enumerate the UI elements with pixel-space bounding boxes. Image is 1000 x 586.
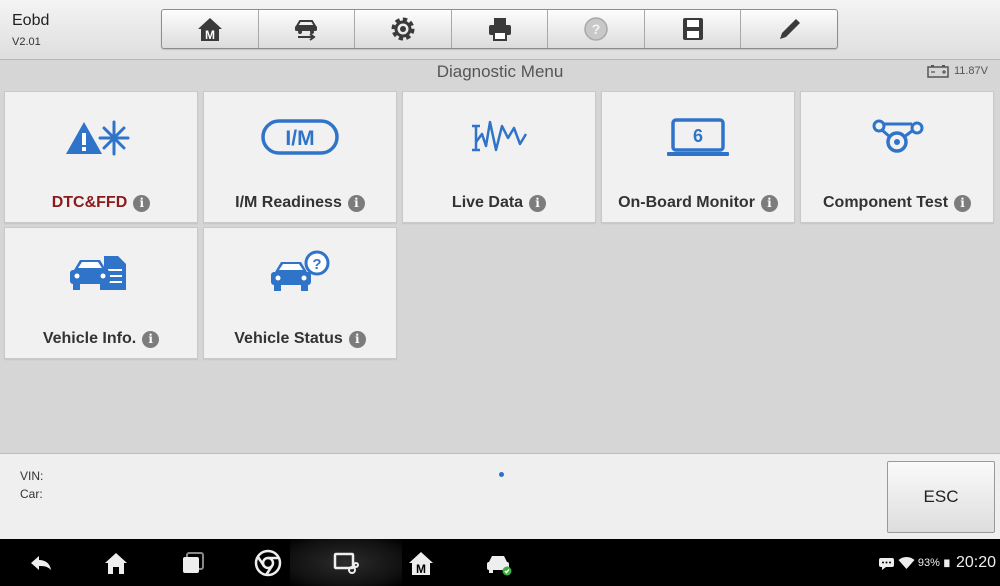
help-button[interactable]: ? — [548, 10, 645, 48]
tile-im-readiness[interactable]: I/M I/M Readiness i — [203, 91, 397, 223]
pencil-icon — [780, 19, 801, 39]
im-readiness-icon: I/M — [261, 119, 339, 155]
page-indicator — [499, 472, 504, 477]
toolbar: M ? — [161, 9, 838, 49]
chat-icon — [878, 557, 894, 570]
battery-voltage: 11.87V — [927, 64, 988, 78]
tile-live-data[interactable]: Live Data i — [402, 91, 596, 223]
chrome-icon — [254, 549, 282, 576]
app-name: Eobd — [12, 12, 50, 29]
tile-label: On-Board Monitor — [618, 194, 755, 211]
print-button[interactable] — [452, 10, 549, 48]
live-data-icon — [472, 120, 528, 152]
back-button[interactable] — [10, 539, 70, 586]
back-icon — [31, 555, 51, 570]
tile-label: Vehicle Info. — [42, 330, 137, 347]
recent-apps-icon — [183, 551, 204, 573]
tile-component-test[interactable]: Component Test i — [800, 91, 994, 223]
vehicle-swap-icon — [295, 20, 318, 41]
home-m-icon: M — [197, 18, 222, 42]
onboard-monitor-icon: 6 — [667, 118, 729, 156]
info-icon[interactable]: i — [133, 194, 151, 212]
vin-label: VIN: — [20, 469, 44, 483]
info-icon[interactable]: i — [348, 330, 366, 348]
info-icon[interactable]: i — [954, 194, 972, 212]
status-bar: 93% 20:20 — [878, 539, 996, 586]
screen-capture-button[interactable] — [316, 539, 376, 586]
car-battery-icon — [927, 65, 949, 78]
app-version: V2.01 — [12, 36, 41, 48]
maxisys-home-button[interactable]: M — [391, 539, 451, 586]
component-test-icon — [872, 119, 924, 153]
wifi-icon — [898, 556, 915, 569]
svg-text:M: M — [205, 28, 215, 42]
warning-snowflake-icon — [66, 120, 130, 156]
tile-vehicle-status[interactable]: ? Vehicle Status i — [203, 227, 397, 359]
svg-text:6: 6 — [693, 126, 703, 146]
svg-text:?: ? — [312, 256, 321, 273]
save-icon — [682, 18, 703, 40]
settings-button[interactable] — [355, 10, 452, 48]
battery-icon — [944, 558, 950, 567]
home-nav-button[interactable] — [86, 539, 146, 586]
info-icon[interactable]: i — [142, 330, 160, 348]
home-icon — [105, 552, 127, 574]
top-bar: Eobd V2.01 M ? — [0, 0, 1000, 60]
battery-percent: 93% — [917, 556, 940, 569]
vehicle-swap-button[interactable] — [259, 10, 356, 48]
screen-capture-icon — [333, 552, 359, 574]
info-icon[interactable]: i — [347, 194, 365, 212]
battery-voltage-value: 11.87V — [953, 65, 988, 77]
tile-label: I/M Readiness — [235, 194, 342, 211]
tile-vehicle-info[interactable]: Vehicle Info. i — [4, 227, 198, 359]
svg-text:I/M: I/M — [285, 127, 314, 150]
car-label: Car: — [20, 487, 43, 501]
page-title: Diagnostic Menu — [436, 62, 564, 81]
vehicle-connection-button[interactable] — [468, 539, 528, 586]
chrome-button[interactable] — [238, 539, 298, 586]
info-icon[interactable]: i — [529, 194, 547, 212]
recent-apps-button[interactable] — [163, 539, 223, 586]
clock: 20:20 — [955, 553, 996, 571]
home-m-icon: M — [409, 551, 433, 576]
svg-text:M: M — [416, 562, 426, 576]
esc-button[interactable]: ESC — [887, 461, 995, 533]
gear-icon — [391, 17, 415, 41]
car-diagnostic-icon — [487, 555, 512, 575]
svg-text:?: ? — [592, 21, 601, 37]
home-button[interactable]: M — [162, 10, 259, 48]
edit-button[interactable] — [741, 10, 837, 48]
tile-label: DTC&FFD — [51, 194, 128, 211]
system-nav-bar: M 93% 20:20 — [0, 539, 1000, 586]
vehicle-info-icon — [70, 256, 126, 290]
help-icon: ? — [584, 17, 608, 41]
printer-icon — [488, 18, 511, 41]
tile-dtc-ffd[interactable]: DTC&FFD i — [4, 91, 198, 223]
tile-onboard-monitor[interactable]: 6 On-Board Monitor i — [601, 91, 795, 223]
vehicle-status-icon: ? — [271, 250, 330, 291]
info-icon[interactable]: i — [760, 194, 778, 212]
tile-label: Vehicle Status — [234, 330, 343, 347]
tile-label: Live Data — [451, 194, 524, 211]
vehicle-info-bar: VIN: Car: ESC — [0, 453, 1000, 539]
tile-label: Component Test — [822, 194, 949, 211]
save-button[interactable] — [645, 10, 742, 48]
